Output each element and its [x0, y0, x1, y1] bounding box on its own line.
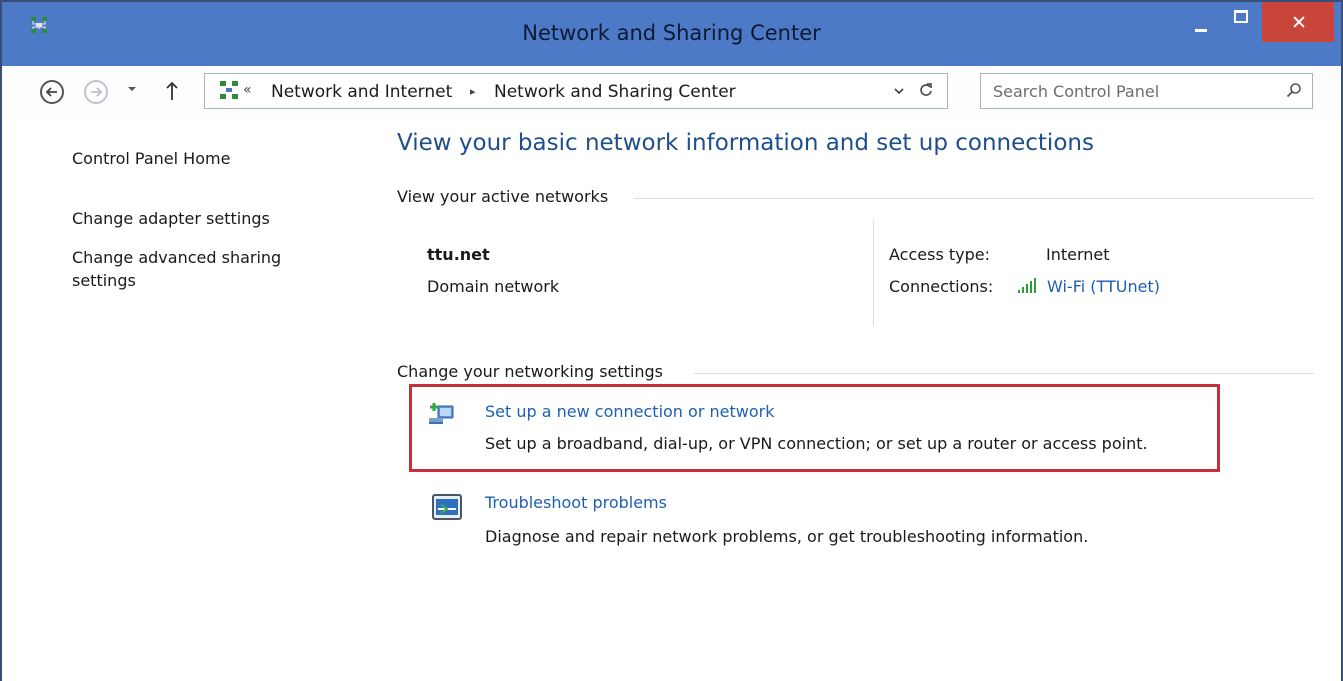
network-sharing-center-window: Network and Sharing Center « Network and…: [0, 0, 1343, 681]
access-type-value: Internet: [1046, 245, 1110, 264]
section-divider: [694, 373, 1314, 374]
title-bar[interactable]: Network and Sharing Center: [2, 2, 1341, 66]
recent-locations-chevron-icon[interactable]: [126, 83, 138, 95]
breadcrumb-network-and-internet[interactable]: Network and Internet: [271, 82, 452, 102]
network-name: ttu.net: [427, 245, 490, 264]
page-title: View your basic network information and …: [397, 130, 1094, 156]
vertical-divider: [873, 220, 874, 326]
troubleshoot-description: Diagnose and repair network problems, or…: [485, 527, 1089, 546]
breadcrumb-overflow[interactable]: «: [243, 82, 252, 98]
maximize-button[interactable]: [1218, 2, 1264, 42]
network-category: Domain network: [427, 277, 560, 296]
troubleshoot-link[interactable]: Troubleshoot problems: [485, 493, 667, 512]
search-box[interactable]: Search Control Panel: [980, 73, 1313, 109]
forward-button[interactable]: [84, 80, 108, 104]
navigation-bar: « Network and Internet ▸ Network and Sha…: [2, 66, 1341, 120]
search-placeholder: Search Control Panel: [993, 82, 1160, 101]
close-button[interactable]: [1262, 2, 1334, 42]
nav-change-advanced-sharing-settings[interactable]: Change advanced sharing settings: [72, 246, 322, 292]
address-dropdown-icon[interactable]: [893, 85, 905, 97]
address-bar[interactable]: « Network and Internet ▸ Network and Sha…: [204, 73, 948, 109]
up-arrow-icon[interactable]: [164, 80, 180, 102]
section-divider: [634, 198, 1314, 199]
connections-label: Connections:: [889, 277, 994, 296]
troubleshoot-icon: [432, 494, 462, 520]
back-arrow-icon: [45, 87, 57, 97]
nav-change-adapter-settings[interactable]: Change adapter settings: [72, 207, 270, 230]
highlight-box: [409, 384, 1220, 472]
search-icon[interactable]: [1286, 82, 1302, 98]
nav-control-panel-home[interactable]: Control Panel Home: [72, 147, 230, 170]
wifi-signal-icon: [1018, 278, 1036, 293]
forward-arrow-icon: [91, 87, 103, 97]
active-networks-header: View your active networks: [397, 187, 609, 206]
breadcrumb-separator-icon[interactable]: ▸: [470, 85, 476, 98]
breadcrumb-network-and-sharing-center[interactable]: Network and Sharing Center: [494, 82, 736, 102]
refresh-icon[interactable]: [917, 79, 935, 101]
change-settings-header: Change your networking settings: [397, 362, 664, 381]
back-button[interactable]: [40, 80, 64, 104]
network-location-icon: [220, 81, 238, 99]
window-title: Network and Sharing Center: [522, 21, 821, 45]
access-type-label: Access type:: [889, 245, 990, 264]
wifi-connection-link[interactable]: Wi-Fi (TTUnet): [1047, 277, 1160, 296]
